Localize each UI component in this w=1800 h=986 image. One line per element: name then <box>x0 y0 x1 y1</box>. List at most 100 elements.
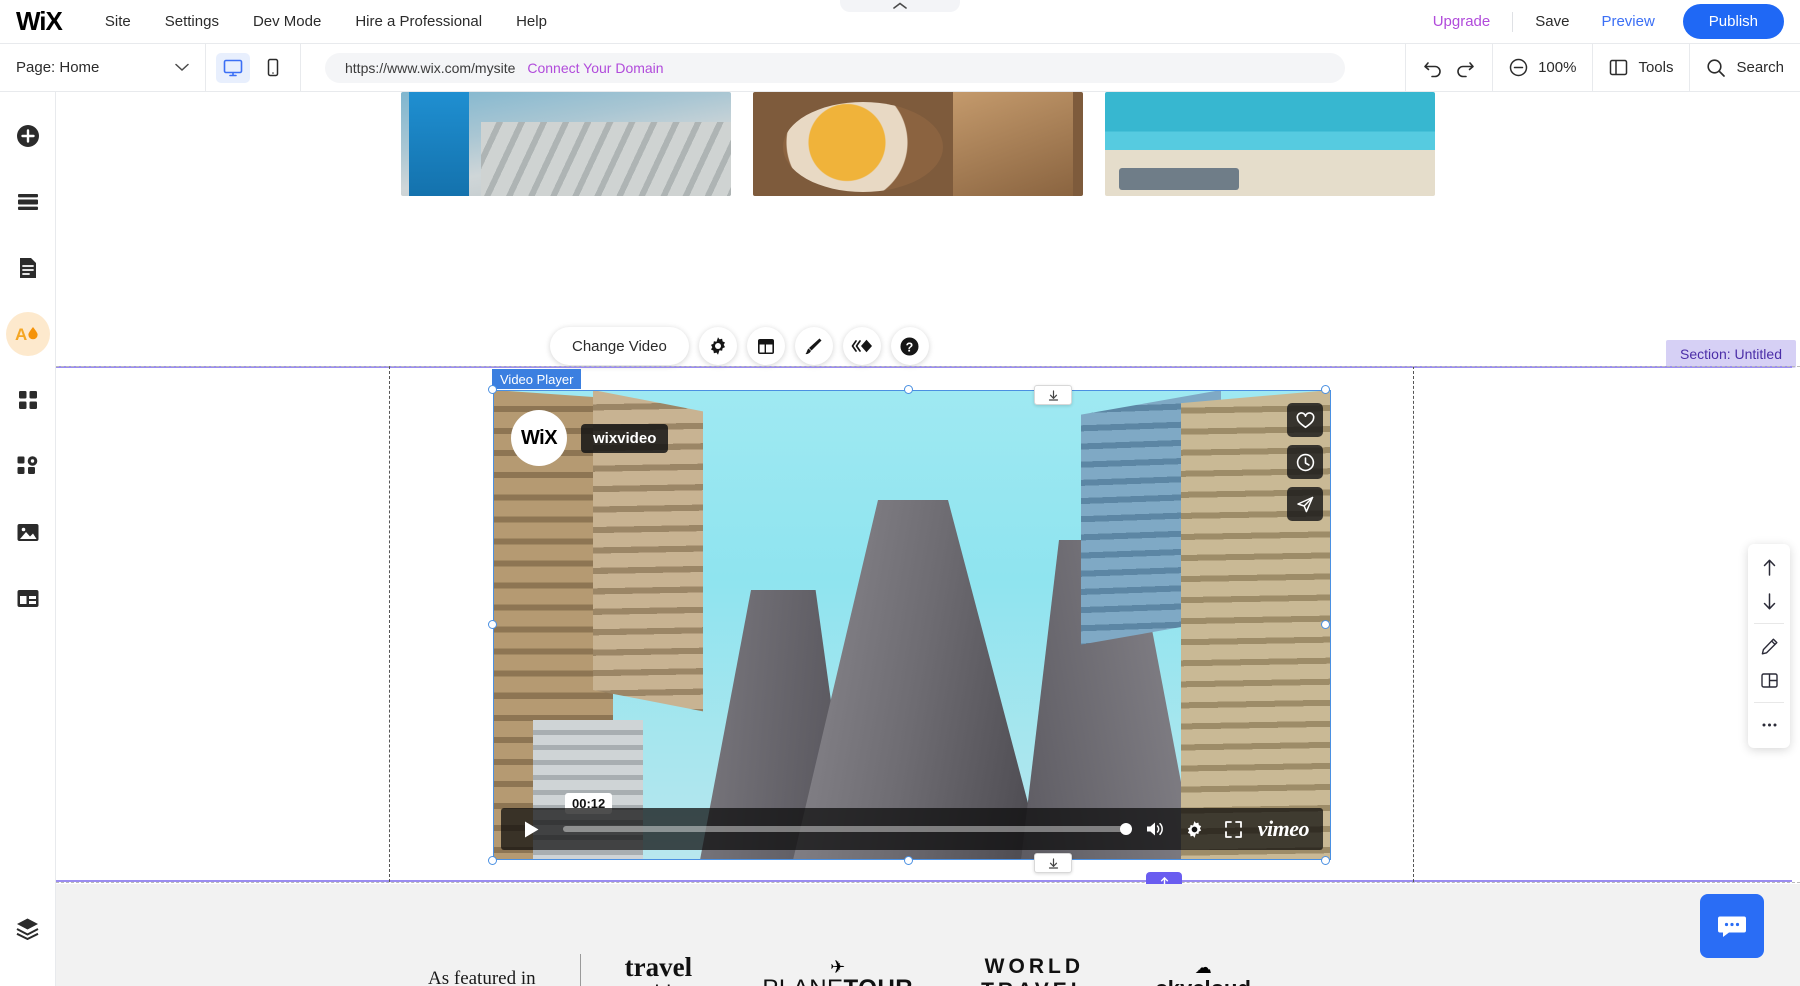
tools-panel-icon <box>1609 58 1628 77</box>
search-button[interactable]: Search <box>1689 44 1800 92</box>
resize-handle-mr[interactable] <box>1321 620 1330 629</box>
site-url-area: https://www.wix.com/mysite Connect Your … <box>301 53 1405 83</box>
zoom-level-label: 100% <box>1538 59 1576 76</box>
section-dash-top <box>56 366 1800 367</box>
connect-domain-link[interactable]: Connect Your Domain <box>527 60 663 76</box>
brush-icon <box>803 336 824 357</box>
topbar-actions: Upgrade Save Preview Publish <box>1419 4 1800 39</box>
sidebar-apps[interactable] <box>6 378 50 422</box>
redo-icon <box>1454 58 1476 78</box>
mobile-icon <box>266 58 280 77</box>
video-help-button[interactable]: ? <box>891 327 929 365</box>
logo-planetour-prefix: PLANE <box>762 975 843 986</box>
change-video-button[interactable]: Change Video <box>550 327 689 365</box>
chat-bubble-icon <box>1717 912 1747 940</box>
search-label: Search <box>1736 59 1784 76</box>
resize-handle-tr[interactable] <box>1321 385 1330 394</box>
undo-button[interactable] <box>1422 58 1444 78</box>
chevron-down-icon <box>175 63 189 72</box>
logo-travel-line1: travel <box>625 952 692 982</box>
logo-skycloud-text: skycloud <box>1156 976 1251 986</box>
layout-icon <box>756 337 776 356</box>
upgrade-button[interactable]: Upgrade <box>1419 13 1505 30</box>
logo-planetour: ✈ PLANETOUR <box>762 958 913 986</box>
publish-button[interactable]: Publish <box>1683 4 1784 39</box>
editor-canvas: Section: Untitled Change Video <box>56 92 1800 986</box>
svg-text:A: A <box>15 325 27 344</box>
video-player-element[interactable]: WiX wixvideo <box>493 390 1331 860</box>
resize-handle-tc[interactable] <box>904 385 913 394</box>
edit-button[interactable] <box>1751 629 1787 663</box>
menu-site[interactable]: Site <box>88 0 148 44</box>
collapse-toolbar-tab[interactable] <box>840 0 960 12</box>
video-player-badge: Video Player <box>492 369 581 389</box>
video-design-button[interactable] <box>795 327 833 365</box>
top-menu-bar: WiX Site Settings Dev Mode Hire a Profes… <box>0 0 1800 44</box>
zoom-group[interactable]: 100% <box>1492 44 1592 92</box>
redo-button[interactable] <box>1454 58 1476 78</box>
cloud-glyph-icon: ☁ <box>1156 959 1251 976</box>
layout-button[interactable] <box>1751 663 1787 697</box>
tools-button[interactable]: Tools <box>1592 44 1689 92</box>
site-url-box[interactable]: https://www.wix.com/mysite Connect Your … <box>325 53 1345 83</box>
resize-handle-bc[interactable] <box>904 856 913 865</box>
pencil-icon <box>1760 637 1779 656</box>
page-selector[interactable]: Page: Home <box>0 44 206 92</box>
hero-photo-2 <box>753 92 1083 196</box>
sidebar-blog[interactable] <box>6 576 50 620</box>
float-panel-divider-1 <box>1754 623 1784 624</box>
sidebar-theme[interactable]: A <box>6 312 50 356</box>
device-mobile-button[interactable] <box>256 53 290 83</box>
sidebar-addons[interactable] <box>6 444 50 488</box>
resize-handle-br[interactable] <box>1321 856 1330 865</box>
resize-handle-ml[interactable] <box>488 620 497 629</box>
toolbar-right-group: 100% Tools Search <box>1405 44 1800 92</box>
device-desktop-button[interactable] <box>216 53 250 83</box>
guide-line-left <box>389 366 390 882</box>
pages-icon <box>17 256 39 280</box>
search-icon <box>1706 58 1726 78</box>
section-label[interactable]: Section: Untitled <box>1666 340 1796 368</box>
featured-in-section: As featured in travel blog ✈ PLANETOUR W… <box>56 884 1800 986</box>
device-switcher <box>206 44 301 92</box>
menu-hire-professional[interactable]: Hire a Professional <box>338 0 499 44</box>
more-options-button[interactable] <box>1751 708 1787 742</box>
resize-handle-bl[interactable] <box>488 856 497 865</box>
drag-down-icon <box>1047 857 1060 870</box>
wix-logo[interactable]: WiX <box>16 6 62 37</box>
save-button[interactable]: Save <box>1521 13 1583 30</box>
sidebar-media[interactable] <box>6 510 50 554</box>
logo-world-line2: TRAVEL <box>981 979 1087 986</box>
sidebar-pages[interactable] <box>6 246 50 290</box>
sidebar-layers[interactable] <box>6 906 50 950</box>
hero-photo-row <box>401 92 1435 196</box>
resize-handle-tl[interactable] <box>488 385 497 394</box>
move-down-button[interactable] <box>1751 584 1787 618</box>
video-settings-button[interactable] <box>699 327 737 365</box>
section-dash-bottom <box>56 882 1800 883</box>
menu-dev-mode[interactable]: Dev Mode <box>236 0 338 44</box>
image-icon <box>16 522 40 543</box>
undo-icon <box>1422 58 1444 78</box>
move-up-button[interactable] <box>1751 550 1787 584</box>
logo-planetour-text: PLANETOUR <box>762 975 913 986</box>
sidebar-sections[interactable] <box>6 180 50 224</box>
arrow-down-icon <box>1761 592 1778 611</box>
menu-help[interactable]: Help <box>499 0 564 44</box>
logo-planetour-suffix: TOUR <box>844 975 914 986</box>
section-drag-bottom[interactable] <box>1034 853 1072 873</box>
layers-icon <box>15 917 40 940</box>
menu-settings[interactable]: Settings <box>148 0 236 44</box>
preview-button[interactable]: Preview <box>1587 13 1668 30</box>
video-layout-button[interactable] <box>747 327 785 365</box>
guide-line-right <box>1413 366 1414 882</box>
zoom-out-icon[interactable] <box>1509 58 1528 77</box>
section-drag-top[interactable] <box>1034 385 1072 405</box>
drag-down-icon <box>1047 389 1060 402</box>
video-animation-button[interactable] <box>843 327 881 365</box>
logo-world-line1: WORLD <box>981 955 1087 979</box>
plus-circle-icon <box>15 123 41 149</box>
help-circle-icon: ? <box>899 336 920 357</box>
chat-widget-button[interactable] <box>1700 894 1764 958</box>
sidebar-add[interactable] <box>6 114 50 158</box>
